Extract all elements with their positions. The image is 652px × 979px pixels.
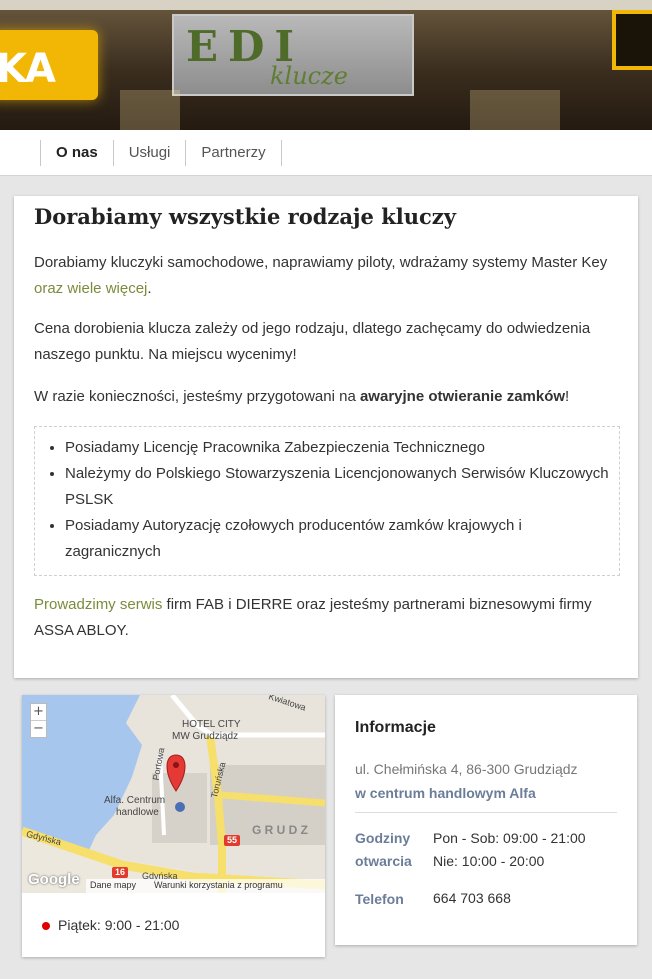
map-label-alfa-sub: handlowe <box>116 807 159 818</box>
neighbor-store-sign: KA <box>0 30 98 100</box>
map-data-link[interactable]: Dane mapy <box>90 880 136 890</box>
map-terms-link[interactable]: Warunki korzystania z programu <box>154 880 283 890</box>
map-label-hotel: HOTEL CITY <box>182 719 241 730</box>
phone-label: Telefon <box>355 891 404 907</box>
hero-banner: KA EDI klucze <box>0 0 652 130</box>
intro-paragraph: Dorabiamy kluczyki samochodowe, naprawia… <box>34 250 620 302</box>
feature-item: Posiadamy Autoryzację czołowych producen… <box>65 513 619 565</box>
store-light <box>120 90 180 130</box>
price-paragraph: Cena dorobienia klucza zależy od jego ro… <box>34 320 591 363</box>
info-title: Informacje <box>355 719 436 736</box>
map-label-alfa: Alfa. Centrum <box>104 795 166 806</box>
emergency-end: ! <box>565 388 570 405</box>
map-canvas[interactable] <box>22 695 325 893</box>
about-card: Dorabiamy wszystkie rodzaje kluczy Dorab… <box>14 196 638 678</box>
partners-paragraph: Prowadzimy serwis firm FAB i DIERRE oraz… <box>34 592 620 644</box>
today-hours-text: Piątek: 9:00 - 21:00 <box>58 917 180 933</box>
emergency-paragraph: W razie konieczności, jesteśmy przygotow… <box>34 384 620 410</box>
map-card: + − Kwiatowa HOTEL CITY MW Grudziądz Por… <box>22 695 325 957</box>
feature-item: Należymy do Polskiego Stowarzyszenia Lic… <box>65 461 619 513</box>
hours-sunday: Nie: 10:00 - 20:00 <box>433 853 545 869</box>
hours-label-1: Godziny <box>355 830 411 846</box>
features-box: Posiadamy Licencję Pracownika Zabezpiecz… <box>34 426 620 576</box>
info-card: Informacje ul. Chełmińska 4, 86-300 Grud… <box>335 695 637 945</box>
address-note: w centrum handlowym Alfa <box>355 785 536 801</box>
location-map[interactable]: + − Kwiatowa HOTEL CITY MW Grudziądz Por… <box>22 695 325 893</box>
page-title: Dorabiamy wszystkie rodzaje kluczy <box>34 204 456 229</box>
main-nav: O nas Usługi Partnerzy <box>0 130 652 176</box>
store-light <box>470 90 560 130</box>
intro-text: Dorabiamy kluczyki samochodowe, naprawia… <box>34 254 608 271</box>
hours-label-2: otwarcia <box>355 853 412 869</box>
phone-number[interactable]: 664 703 668 <box>433 887 511 910</box>
ceiling-beam <box>0 0 652 10</box>
map-label-road-16: 16 <box>115 867 126 877</box>
google-logo[interactable]: Google <box>28 871 80 888</box>
neighbor-sign-text: KA <box>0 46 56 92</box>
mall-poi <box>175 802 185 812</box>
feature-item: Posiadamy Licencję Pracownika Zabezpiecz… <box>65 435 619 461</box>
map-label-hotel-sub: MW Grudziądz <box>172 731 239 742</box>
features-list: Posiadamy Licencję Pracownika Zabezpiecz… <box>35 427 619 565</box>
zoom-out-button[interactable]: − <box>31 721 46 737</box>
intro-end: . <box>147 280 152 297</box>
map-label-road-55: 55 <box>227 835 238 845</box>
zoom-in-button[interactable]: + <box>31 704 46 721</box>
today-hours: Piątek: 9:00 - 21:00 <box>42 917 179 933</box>
map-zoom-control: + − <box>30 703 47 738</box>
map-label-city: G R U D Z <box>252 823 308 837</box>
hours-weekday: Pon - Sob: 09:00 - 21:00 <box>433 830 586 846</box>
neighbor-sign-right <box>612 10 652 70</box>
service-link[interactable]: Prowadzimy serwis <box>34 596 162 613</box>
map-attribution: Dane mapy Warunki korzystania z programu <box>86 879 325 893</box>
emergency-highlight: awaryjne otwieranie zamków <box>359 388 566 405</box>
store-sign-word: klucze <box>270 62 348 90</box>
emergency-text: W razie konieczności, jesteśmy przygotow… <box>34 388 360 405</box>
store-sign-logo: EDI klucze <box>172 14 414 96</box>
divider <box>355 812 617 813</box>
address: ul. Chełmińska 4, 86-300 Grudziądz <box>355 761 578 777</box>
status-dot-icon <box>42 922 50 931</box>
nav-item-partnerzy[interactable]: Partnerzy <box>185 140 282 166</box>
nav-item-o-nas[interactable]: O nas <box>40 140 113 166</box>
more-services-link[interactable]: oraz wiele więcej <box>34 280 147 297</box>
nav-item-uslugi[interactable]: Usługi <box>112 140 186 166</box>
